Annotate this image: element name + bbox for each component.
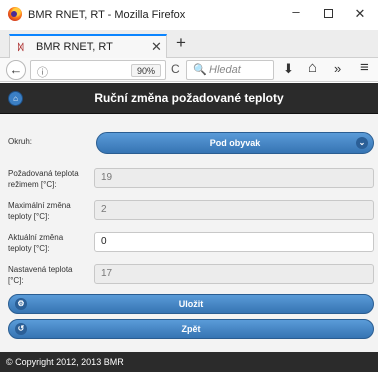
okruh-select[interactable]: Pod obyvak ⌄	[96, 132, 374, 154]
url-bar[interactable]: ⓘ 90%	[30, 60, 166, 80]
back-page-button[interactable]: ↺ Zpět	[8, 319, 374, 339]
okruh-selected-value: Pod obyvak	[209, 138, 261, 148]
current-change-input[interactable]: 0	[94, 232, 374, 252]
minimize-button[interactable]: –	[286, 4, 306, 19]
set-temp-field: 17	[94, 264, 374, 284]
download-icon[interactable]: ⬇	[283, 61, 294, 77]
new-tab-button[interactable]: +	[176, 33, 186, 53]
home-icon[interactable]: ⌂	[308, 59, 317, 76]
title-bar: BMR RNET, RT - Mozilla Firefox – ✕	[0, 0, 378, 30]
search-placeholder: Hledat	[209, 64, 241, 76]
menu-icon[interactable]: ≡	[360, 59, 369, 76]
back-arrow-icon: ↺	[15, 323, 27, 335]
required-temp-label: Požadovaná teplota režimem [°C]:	[8, 169, 79, 189]
chevron-down-icon: ⌄	[356, 137, 368, 149]
okruh-label: Okruh:	[8, 137, 33, 146]
page-title: Ruční změna požadované teploty	[94, 91, 284, 105]
firefox-logo-icon	[8, 7, 22, 21]
save-button[interactable]: ⚙ Uložit	[8, 294, 374, 314]
max-change-label: Maximální změna teploty [°C]:	[8, 201, 71, 221]
max-change-field: 2	[94, 200, 374, 220]
browser-window: BMR RNET, RT - Mozilla Firefox – ✕ ᛞ BMR…	[0, 0, 378, 372]
back-button-label: Zpět	[181, 324, 201, 334]
navigation-bar: ← ⓘ 90% C 🔍 Hledat ⬇ ⌂ » ≡	[0, 58, 378, 82]
close-window-button[interactable]: ✕	[350, 6, 370, 22]
maximize-button[interactable]	[318, 6, 338, 21]
search-icon: 🔍	[193, 64, 207, 76]
info-icon[interactable]: ⓘ	[37, 64, 48, 80]
save-button-label: Uložit	[178, 299, 204, 309]
page-header: ⌂ Ruční změna požadované teploty	[0, 83, 378, 114]
set-temp-label: Nastavená teplota [°C]:	[8, 265, 73, 285]
tab-label: BMR RNET, RT	[36, 41, 113, 53]
tab-bmr-rnet[interactable]: ᛞ BMR RNET, RT ✕	[9, 34, 167, 59]
required-temp-field: 19	[94, 168, 374, 188]
overflow-icon[interactable]: »	[334, 61, 341, 76]
gear-icon: ⚙	[15, 298, 27, 310]
back-button[interactable]: ←	[6, 60, 26, 80]
tab-bar: ᛞ BMR RNET, RT ✕ +	[0, 30, 378, 59]
current-change-label: Aktuální změna teploty [°C]:	[8, 233, 64, 253]
close-tab-button[interactable]: ✕	[151, 39, 162, 55]
page-content: ⌂ Ruční změna požadované teploty Okruh: …	[0, 83, 378, 372]
search-input[interactable]: 🔍 Hledat	[186, 60, 274, 80]
page-footer: © Copyright 2012, 2013 BMR	[0, 352, 378, 372]
bmr-favicon-icon: ᛞ	[18, 42, 24, 52]
maximize-icon	[323, 9, 333, 18]
window-title: BMR RNET, RT - Mozilla Firefox	[28, 9, 186, 21]
zoom-indicator[interactable]: 90%	[131, 64, 161, 77]
reload-button[interactable]: C	[171, 62, 180, 76]
